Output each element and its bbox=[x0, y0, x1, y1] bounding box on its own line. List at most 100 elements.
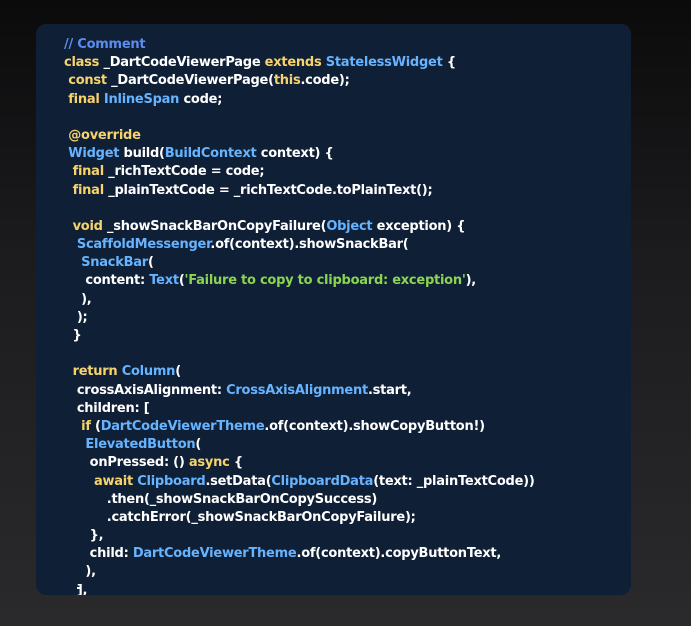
type-token: StatelessWidget bbox=[325, 55, 443, 71]
code-line: ), bbox=[64, 563, 535, 581]
type-token: Text bbox=[149, 273, 179, 289]
code-line: content: Text('Failure to copy to clipbo… bbox=[64, 272, 535, 290]
text-token: ( bbox=[195, 437, 202, 453]
text-token: ( bbox=[175, 364, 181, 380]
code-line: .catchError(_showSnackBarOnCopyFailure); bbox=[64, 509, 535, 527]
keyword-token: async bbox=[188, 455, 230, 471]
text-token: .setData( bbox=[205, 473, 272, 489]
text-token: ); bbox=[64, 309, 88, 325]
keyword-token: const bbox=[68, 73, 112, 89]
text-token: .of(context).copyButtonText, bbox=[296, 546, 502, 562]
keyword-token: extends bbox=[264, 55, 326, 71]
text-token: context) { bbox=[256, 146, 334, 162]
keyword-token: final bbox=[68, 91, 104, 107]
text-token: ], bbox=[64, 582, 88, 595]
code-line: return Column( bbox=[64, 363, 535, 381]
text-token: _richTextCode = code; bbox=[108, 164, 265, 180]
code-line: ), bbox=[64, 291, 535, 309]
text-token: content: bbox=[64, 273, 150, 289]
type-token: SnackBar bbox=[81, 255, 148, 271]
text-token: }, bbox=[64, 528, 104, 544]
text-token: ), bbox=[465, 273, 477, 289]
text-token: code; bbox=[179, 91, 223, 107]
text-token: _DartCodeViewerPage( bbox=[111, 73, 274, 89]
code-viewer-panel: // Comment class _DartCodeViewerPage exte… bbox=[36, 24, 631, 595]
type-token: ElevatedButton bbox=[85, 437, 196, 453]
code-line: // Comment bbox=[64, 36, 535, 54]
code-line: SnackBar( bbox=[64, 254, 535, 272]
text-token: .then(_showSnackBarOnCopySuccess) bbox=[64, 491, 378, 507]
text-token: crossAxisAlignment: bbox=[64, 382, 227, 398]
type-token: DartCodeViewerTheme bbox=[100, 418, 265, 434]
code-line: crossAxisAlignment: CrossAxisAlignment.s… bbox=[64, 382, 535, 400]
type-token: BuildContext bbox=[164, 146, 257, 162]
type-token: ClipboardData bbox=[271, 473, 374, 489]
code-line: final _richTextCode = code; bbox=[64, 163, 535, 181]
keyword-token: await bbox=[93, 473, 138, 489]
keyword-token: if bbox=[81, 418, 95, 434]
text-token: (text: _plainTextCode)) bbox=[373, 473, 535, 489]
keyword-token: final bbox=[72, 164, 109, 180]
text-token: { bbox=[442, 55, 456, 71]
text-token: _showSnackBarOnCopyFailure( bbox=[107, 218, 327, 234]
code-line: Widget build(BuildContext context) { bbox=[64, 145, 535, 163]
code-line: }, bbox=[64, 527, 535, 545]
code-line: } bbox=[64, 327, 535, 345]
code-line: ); bbox=[64, 309, 535, 327]
comment-token: // Comment bbox=[64, 37, 146, 52]
type-token: CrossAxisAlignment bbox=[226, 382, 368, 398]
text-token: ( bbox=[147, 255, 154, 271]
code-line: if (DartCodeViewerTheme.of(context).show… bbox=[64, 418, 535, 436]
type-token: Object bbox=[326, 218, 373, 234]
text-token: ), bbox=[64, 291, 92, 307]
text-token: .of(context).showCopyButton!) bbox=[264, 418, 485, 434]
code-line: final _plainTextCode = _richTextCode.toP… bbox=[64, 182, 535, 200]
code-block[interactable]: // Comment class _DartCodeViewerPage exte… bbox=[64, 36, 535, 595]
code-line: children: [ bbox=[64, 400, 535, 418]
code-line: void _showSnackBarOnCopyFailure(Object e… bbox=[64, 218, 535, 236]
type-token: Widget bbox=[68, 146, 120, 162]
keyword-token: void bbox=[72, 218, 108, 234]
code-line: .then(_showSnackBarOnCopySuccess) bbox=[64, 491, 535, 509]
text-token: .catchError(_showSnackBarOnCopyFailure); bbox=[64, 509, 416, 525]
code-line: @override bbox=[64, 127, 535, 145]
text-token: .start, bbox=[367, 382, 412, 398]
keyword-token: this bbox=[273, 73, 301, 89]
string-token: 'Failure to copy to clipboard: exception… bbox=[184, 273, 466, 289]
text-token: child: bbox=[64, 546, 133, 562]
type-token: InlineSpan bbox=[103, 91, 180, 107]
text-token: children: [ bbox=[64, 400, 150, 416]
code-line: class _DartCodeViewerPage extends Statel… bbox=[64, 54, 535, 72]
type-token: Column bbox=[121, 364, 176, 380]
type-token: DartCodeViewerTheme bbox=[132, 546, 297, 562]
type-token: ScaffoldMessenger bbox=[76, 237, 211, 253]
keyword-token: @override bbox=[68, 127, 141, 143]
text-token: exception) { bbox=[372, 218, 466, 234]
text-token: build( bbox=[119, 146, 165, 162]
type-token: Clipboard bbox=[137, 473, 206, 489]
keyword-token: return bbox=[72, 364, 122, 380]
text-token: } bbox=[64, 328, 82, 343]
code-line: onPressed: () async { bbox=[64, 454, 535, 472]
text-token: .of(context).showSnackBar( bbox=[210, 237, 409, 253]
code-line: ], bbox=[64, 582, 535, 595]
keyword-token: class bbox=[64, 55, 104, 71]
code-line: child: DartCodeViewerTheme.of(context).c… bbox=[64, 545, 535, 563]
text-token: ), bbox=[64, 564, 96, 580]
code-line: await Clipboard.setData(ClipboardData(te… bbox=[64, 473, 535, 491]
code-line: ElevatedButton( bbox=[64, 436, 535, 454]
text-token: { bbox=[229, 455, 243, 471]
code-line: ScaffoldMessenger.of(context).showSnackB… bbox=[64, 236, 535, 254]
